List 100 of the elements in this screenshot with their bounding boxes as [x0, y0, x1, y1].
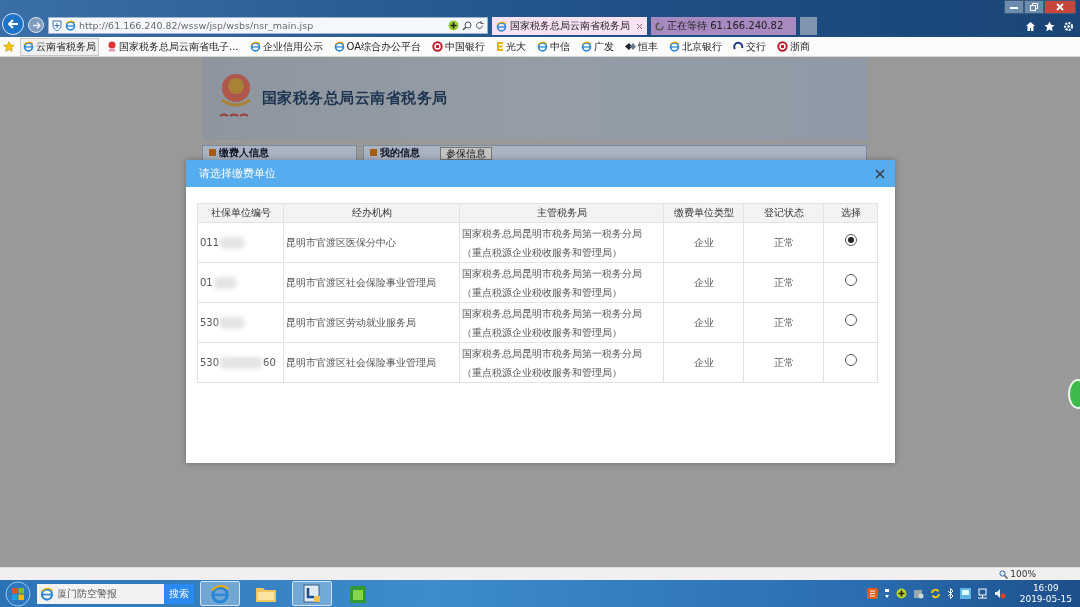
table-cell: 昆明市官渡区社会保险事业管理局	[283, 262, 460, 303]
radio-button[interactable]	[844, 274, 857, 286]
home-icon[interactable]	[1025, 21, 1036, 32]
radio-button[interactable]	[844, 234, 857, 246]
favorite-link[interactable]: 中国银行	[429, 37, 489, 56]
close-icon	[1056, 3, 1064, 11]
column-header: 登记状态	[743, 203, 824, 223]
favorite-link[interactable]: 恒丰	[622, 37, 662, 56]
site-title: 国家税务总局云南省税务局	[261, 89, 448, 108]
blurred-mark	[219, 356, 264, 369]
radio-button[interactable]	[844, 314, 857, 326]
favorite-link[interactable]: 国家税务总局云南省电子...	[104, 37, 242, 56]
blurred-mark	[219, 316, 246, 329]
favorite-link[interactable]: 交行	[730, 37, 770, 56]
close-icon[interactable]	[636, 22, 643, 30]
close-icon	[874, 167, 886, 180]
package-icon	[349, 583, 367, 604]
favorite-link[interactable]: 云南省税务局	[20, 37, 99, 56]
panel-tab[interactable]: 参保信息	[439, 147, 492, 160]
taskbar-app[interactable]	[200, 581, 240, 606]
muted-speaker-icon[interactable]	[993, 588, 1006, 599]
clock-time: 16:09	[1032, 582, 1059, 594]
ie-icon	[581, 41, 593, 52]
bullet-icon	[208, 149, 216, 156]
favorite-link[interactable]: 浙商	[774, 37, 814, 56]
bureau-line: 国家税务总局昆明市税务局第一税务分局	[462, 226, 643, 241]
search-field[interactable]: 厦门防空警报	[37, 583, 164, 604]
ring-icon	[432, 41, 444, 52]
favorite-link[interactable]: 广发	[578, 37, 618, 56]
monitor-icon[interactable]	[959, 588, 971, 599]
settings-icon[interactable]	[1063, 21, 1074, 32]
start-button[interactable]	[5, 580, 31, 607]
plus-badge-icon[interactable]	[895, 588, 907, 599]
blurred-mark	[212, 276, 237, 289]
favorite-link[interactable]: 企业信用公示	[246, 37, 326, 56]
ie-icon	[333, 41, 345, 52]
tray-arrow-icon[interactable]	[883, 588, 890, 599]
column-header: 选择	[823, 203, 878, 223]
column-header: 经办机构	[283, 203, 460, 223]
restore-button[interactable]	[1024, 0, 1044, 14]
ie-icon	[249, 41, 261, 52]
browser-tab[interactable]: 正在等待 61.166.240.82	[651, 17, 796, 35]
column-header: 主管税务局	[459, 203, 664, 223]
back-arrow-icon	[7, 18, 19, 30]
table-cell: 昆明市官渡区社会保险事业管理局	[283, 342, 460, 383]
table-cell: 昆明市官渡区医保分中心	[283, 222, 460, 263]
input-method-icon[interactable]	[866, 588, 878, 599]
forward-arrow-icon	[31, 20, 41, 30]
zoom-icon	[999, 569, 1009, 579]
url-text: http://61.166.240.82/wssw/jsp/wsbs/nsr_main.jsp	[79, 20, 315, 31]
favorite-link[interactable]: 中信	[534, 37, 574, 56]
unit-number: 530	[200, 356, 220, 370]
ie-icon	[65, 20, 76, 31]
refresh-icon[interactable]	[475, 21, 484, 30]
emblem-icon	[107, 41, 117, 52]
table-cell: 企业	[663, 342, 744, 383]
unit-number: 01	[200, 276, 213, 290]
favorites-star-icon[interactable]	[3, 40, 15, 53]
clock[interactable]: 16:09 2019-05-15	[1019, 582, 1072, 605]
favorite-link[interactable]: OA综合办公平台	[330, 37, 425, 56]
shield-icon	[52, 20, 62, 31]
taskbar-app[interactable]	[292, 581, 332, 606]
network-icon[interactable]	[976, 588, 988, 599]
bureau-line: （重点税源企业税收服务和管理局）	[462, 245, 623, 260]
bluetooth-icon[interactable]	[946, 588, 954, 599]
table-cell: 正常	[743, 222, 824, 263]
search-button[interactable]: 搜索	[164, 583, 194, 604]
minimize-button[interactable]	[1004, 0, 1024, 14]
unit-number: 60	[263, 356, 276, 370]
ie-icon	[40, 586, 54, 601]
clock-date: 2019-05-15	[1019, 593, 1072, 605]
address-bar[interactable]: http://61.166.240.82/wssw/jsp/wsbs/nsr_main.jsp	[48, 17, 488, 34]
table-cell: 正常	[743, 342, 824, 383]
sync-icon[interactable]	[929, 588, 941, 599]
table-cell: 正常	[743, 302, 824, 343]
close-button[interactable]	[874, 167, 886, 180]
table-cell: 正常	[743, 262, 824, 303]
table-cell: 企业	[663, 222, 744, 263]
zoom-level[interactable]: 100%	[1010, 569, 1036, 579]
close-window-button[interactable]	[1044, 0, 1076, 14]
favorite-link[interactable]: 北京银行	[666, 37, 726, 56]
star-icon[interactable]	[1044, 21, 1055, 32]
dialog-title: 请选择缴费单位	[199, 166, 276, 181]
table-cell: 企业	[663, 262, 744, 303]
ring-icon	[777, 41, 789, 52]
ie-icon	[496, 20, 507, 32]
bureau-line: 国家税务总局昆明市税务局第一税务分局	[462, 346, 643, 361]
browser-tab[interactable]: 国家税务总局云南省税务局	[492, 17, 647, 35]
network-drive-icon[interactable]	[912, 588, 924, 599]
search-icon[interactable]	[462, 20, 472, 31]
search-value: 厦门防空警报	[57, 586, 117, 601]
favorite-link[interactable]: 光大	[493, 37, 530, 56]
diamond-icon	[625, 42, 637, 51]
radio-button[interactable]	[844, 354, 857, 366]
bureau-line: （重点税源企业税收服务和管理局）	[462, 325, 623, 340]
bureau-line: （重点税源企业税收服务和管理局）	[462, 285, 623, 300]
back-button[interactable]	[2, 13, 24, 35]
panel-title: 缴费人信息	[208, 147, 269, 158]
unit-number: 011	[200, 236, 220, 250]
forward-button[interactable]	[28, 17, 44, 33]
